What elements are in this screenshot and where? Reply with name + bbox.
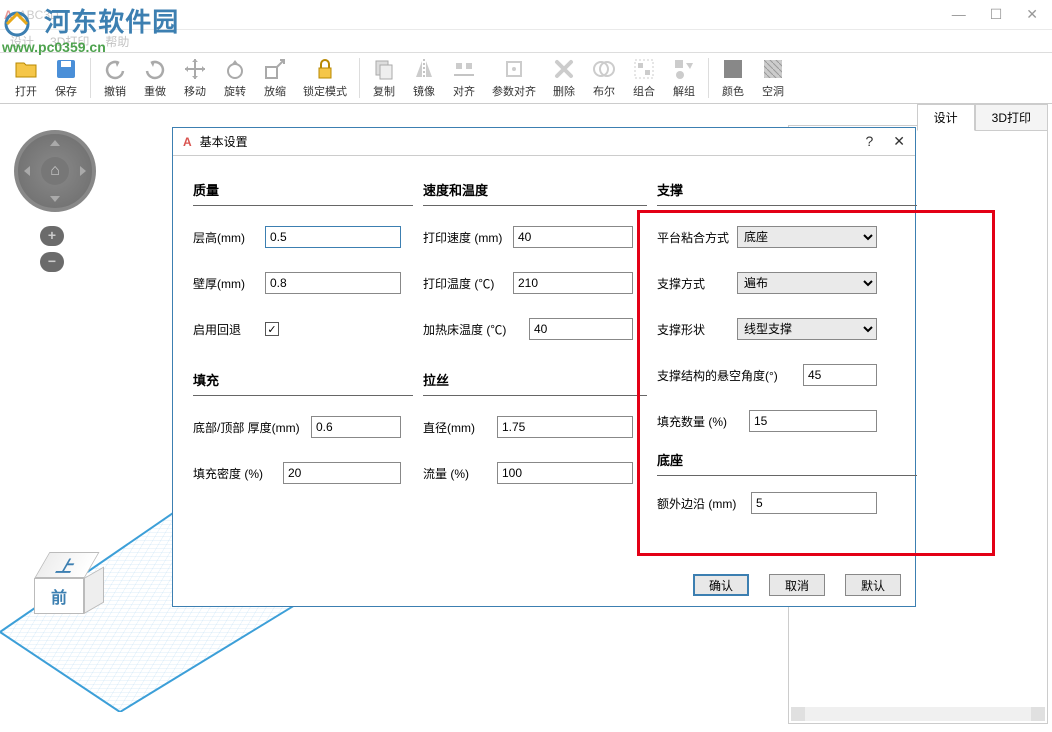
group-button[interactable]: 组合 xyxy=(624,54,664,102)
save-icon xyxy=(54,57,78,81)
minimize-button[interactable]: — xyxy=(952,6,966,23)
move-button[interactable]: 移动 xyxy=(175,54,215,102)
save-button[interactable]: 保存 xyxy=(46,54,86,102)
retraction-checkbox[interactable]: ✓ xyxy=(265,322,279,336)
bottom-top-thickness-input[interactable] xyxy=(311,416,401,438)
rotate-icon xyxy=(223,57,247,81)
flow-input[interactable] xyxy=(497,462,633,484)
menu-help[interactable]: 帮助 xyxy=(105,33,129,50)
section-support: 支撑 xyxy=(657,180,917,206)
mirror-button[interactable]: 镜像 xyxy=(404,54,444,102)
bed-temp-input[interactable] xyxy=(529,318,633,340)
titlebar: A ABC3D — ☐ ✕ xyxy=(0,0,1052,30)
delete-button[interactable]: 删除 xyxy=(544,54,584,102)
dialog-logo-icon: A xyxy=(183,135,192,149)
dialog-help-button[interactable]: ? xyxy=(865,133,873,150)
default-button[interactable]: 默认 xyxy=(845,574,901,596)
horizontal-scrollbar[interactable] xyxy=(791,707,1045,721)
window-title: ABC3D xyxy=(19,8,59,22)
support-type-select[interactable]: 遍布 xyxy=(737,272,877,294)
lock-icon xyxy=(313,57,337,81)
extra-margin-input[interactable] xyxy=(751,492,877,514)
tab-design[interactable]: 设计 xyxy=(917,104,975,131)
ribbon-tabs: 设计 3D打印 xyxy=(917,104,1048,131)
ok-button[interactable]: 确认 xyxy=(693,574,749,596)
tab-3dprint[interactable]: 3D打印 xyxy=(975,104,1048,131)
print-temp-input[interactable] xyxy=(513,272,633,294)
redo-icon xyxy=(143,57,167,81)
zoom-in-button[interactable]: + xyxy=(40,226,64,246)
overhang-angle-input[interactable] xyxy=(803,364,877,386)
section-quality: 质量 xyxy=(193,180,413,206)
undo-button[interactable]: 撤销 xyxy=(95,54,135,102)
layer-height-input[interactable] xyxy=(265,226,401,248)
support-shape-select[interactable]: 线型支撑 xyxy=(737,318,877,340)
close-button[interactable]: ✕ xyxy=(1026,6,1038,23)
color-button[interactable]: 颜色 xyxy=(713,54,753,102)
hole-button[interactable]: 空洞 xyxy=(753,54,793,102)
fill-amount-input[interactable] xyxy=(749,410,877,432)
boolean-icon xyxy=(592,57,616,81)
ungroup-button[interactable]: 解组 xyxy=(664,54,704,102)
maximize-button[interactable]: ☐ xyxy=(990,6,1003,23)
group-icon xyxy=(632,57,656,81)
adhesion-select[interactable]: 底座 xyxy=(737,226,877,248)
dialog-close-button[interactable]: ✕ xyxy=(893,133,905,150)
dialog-title: 基本设置 xyxy=(200,133,248,150)
toolbar: 打开 保存 撤销 重做 移动 旋转 放缩 锁定模式 复制 镜像 对齐 参数对齐 … xyxy=(0,52,1052,104)
move-icon xyxy=(183,57,207,81)
section-speed-temp: 速度和温度 xyxy=(423,180,647,206)
boolean-button[interactable]: 布尔 xyxy=(584,54,624,102)
view-navigation-pad[interactable]: ⌂ xyxy=(14,130,96,212)
param-align-icon xyxy=(502,57,526,81)
diameter-input[interactable] xyxy=(497,416,633,438)
print-speed-input[interactable] xyxy=(513,226,633,248)
dialog-titlebar: A 基本设置 ? ✕ xyxy=(173,128,915,156)
open-icon xyxy=(14,57,38,81)
hole-icon xyxy=(761,57,785,81)
cancel-button[interactable]: 取消 xyxy=(769,574,825,596)
app-logo-icon: A xyxy=(4,8,13,22)
open-button[interactable]: 打开 xyxy=(6,54,46,102)
mirror-icon xyxy=(412,57,436,81)
basic-settings-dialog: A 基本设置 ? ✕ 质量 层高(mm) 壁厚(mm) 启用回退✓ 填充 底部/… xyxy=(172,127,916,607)
section-filament: 拉丝 xyxy=(423,370,647,396)
scale-icon xyxy=(263,57,287,81)
delete-icon xyxy=(552,57,576,81)
copy-icon xyxy=(372,57,396,81)
fill-density-input[interactable] xyxy=(283,462,401,484)
view-cube[interactable]: 上 前 xyxy=(34,552,100,632)
wall-thickness-input[interactable] xyxy=(265,272,401,294)
home-icon[interactable]: ⌂ xyxy=(41,157,69,185)
rotate-button[interactable]: 旋转 xyxy=(215,54,255,102)
redo-button[interactable]: 重做 xyxy=(135,54,175,102)
menubar: 设计 3D打印 帮助 xyxy=(0,30,1052,52)
menu-3dprint[interactable]: 3D打印 xyxy=(50,33,89,50)
undo-icon xyxy=(103,57,127,81)
copy-button[interactable]: 复制 xyxy=(364,54,404,102)
align-icon xyxy=(452,57,476,81)
zoom-out-button[interactable]: − xyxy=(40,252,64,272)
ungroup-icon xyxy=(672,57,696,81)
align-button[interactable]: 对齐 xyxy=(444,54,484,102)
lock-button[interactable]: 锁定模式 xyxy=(295,54,355,102)
menu-design[interactable]: 设计 xyxy=(10,33,34,50)
section-raft: 底座 xyxy=(657,450,917,476)
param-align-button[interactable]: 参数对齐 xyxy=(484,54,544,102)
color-icon xyxy=(721,57,745,81)
section-fill: 填充 xyxy=(193,370,413,396)
scale-button[interactable]: 放缩 xyxy=(255,54,295,102)
